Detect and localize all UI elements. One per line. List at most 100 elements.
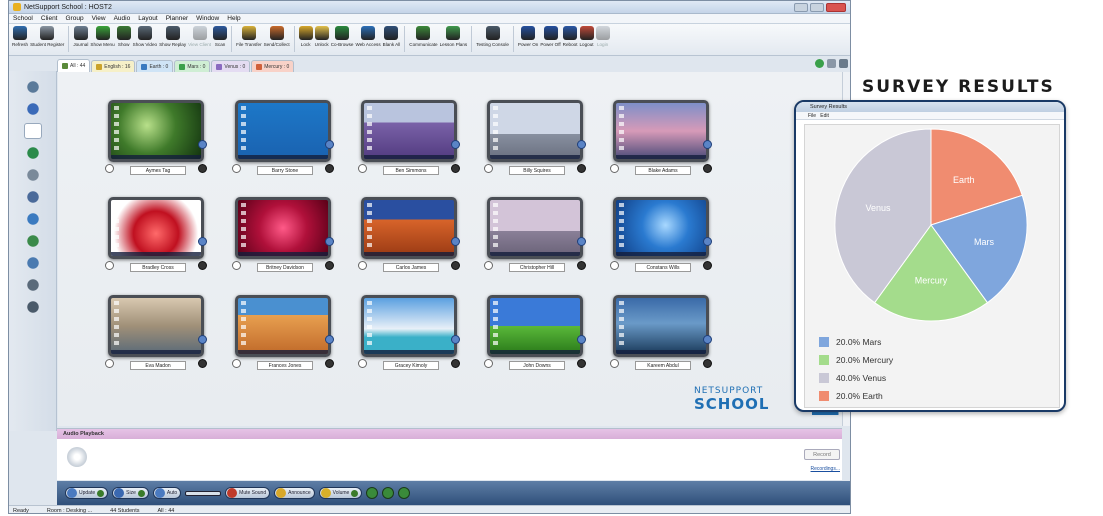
scan-button[interactable]: Scan [212, 26, 228, 47]
student-thumbnail[interactable]: Blake Adams [610, 100, 712, 175]
speaker-icon[interactable] [484, 164, 493, 173]
speaker-icon[interactable] [232, 359, 241, 368]
logout-button[interactable]: Logout [579, 26, 595, 47]
check-icon[interactable] [398, 487, 411, 499]
speaker-icon[interactable] [358, 164, 367, 173]
status-icon[interactable] [577, 164, 586, 173]
student-thumbnail[interactable]: John Downs [484, 295, 586, 370]
mute-sound-button[interactable]: Mute Sound [225, 487, 271, 499]
chat-icon[interactable] [24, 211, 42, 227]
menu-item-help[interactable]: Help [227, 15, 240, 22]
globe-icon[interactable] [24, 145, 42, 161]
add-group-icon[interactable] [815, 59, 824, 68]
clipboard-icon[interactable] [24, 189, 42, 205]
recordings-link[interactable]: Recordings... [811, 466, 840, 472]
info-icon[interactable] [703, 140, 712, 149]
speaker-icon[interactable] [484, 261, 493, 270]
student-thumbnail[interactable]: Gracey Kimoly [358, 295, 460, 370]
menu-item-window[interactable]: Window [196, 15, 219, 22]
tab-venus[interactable]: Venus : 0 [211, 60, 251, 72]
info-icon[interactable] [703, 237, 712, 246]
student-screen[interactable] [361, 295, 457, 357]
student-thumbnail[interactable]: Frances Jones [232, 295, 334, 370]
journal-button[interactable]: Journal [72, 26, 89, 47]
info-icon[interactable] [325, 140, 334, 149]
student-thumbnail[interactable]: Ben Simmons [358, 100, 460, 175]
info-icon[interactable] [451, 335, 460, 344]
maximize-button[interactable] [810, 2, 824, 12]
update-button[interactable]: Update [65, 487, 109, 499]
speaker-icon[interactable] [232, 261, 241, 270]
student-screen[interactable] [235, 100, 331, 162]
headset-icon[interactable] [24, 123, 42, 139]
display-icon[interactable] [24, 101, 42, 117]
survey-menu-edit[interactable]: Edit [820, 113, 829, 119]
status-icon[interactable] [577, 359, 586, 368]
communicate-button[interactable]: Communicate [408, 26, 438, 47]
speaker-icon[interactable] [358, 359, 367, 368]
student-screen[interactable] [235, 197, 331, 259]
status-icon[interactable] [198, 261, 207, 270]
student-screen[interactable] [613, 197, 709, 259]
student-thumbnail[interactable]: Kareem Abdul [610, 295, 712, 370]
reboot-button[interactable]: Reboot [562, 26, 579, 47]
student-screen[interactable] [235, 295, 331, 357]
info-icon[interactable] [325, 237, 334, 246]
send-collect-button[interactable]: Send/Collect [263, 26, 291, 47]
status-icon[interactable] [451, 164, 460, 173]
info-icon[interactable] [198, 140, 207, 149]
status-icon[interactable] [325, 261, 334, 270]
info-icon[interactable] [198, 335, 207, 344]
status-icon[interactable] [703, 164, 712, 173]
menu-item-school[interactable]: School [13, 15, 33, 22]
survey-icon[interactable] [24, 299, 42, 315]
tab-all[interactable]: All : 44 [57, 59, 91, 72]
status-icon[interactable] [198, 164, 207, 173]
speaker-icon[interactable] [232, 164, 241, 173]
size-button[interactable]: Size [112, 487, 149, 499]
speaker-icon[interactable] [610, 261, 619, 270]
student-thumbnail[interactable]: Britney Davidson [232, 197, 334, 272]
student-screen[interactable] [613, 100, 709, 162]
show-button[interactable]: Show [116, 26, 132, 47]
tab-earth[interactable]: Earth : 0 [136, 60, 174, 72]
student-thumbnail[interactable]: Carlos James [358, 197, 460, 272]
status-icon[interactable] [703, 261, 712, 270]
blank-all-button[interactable]: Blank All [382, 26, 402, 47]
info-icon[interactable] [577, 140, 586, 149]
login-button[interactable]: Login [595, 26, 611, 47]
document-icon[interactable] [24, 167, 42, 183]
info-icon[interactable] [451, 140, 460, 149]
student-screen[interactable] [108, 197, 204, 259]
student-thumbnail[interactable]: Billy Squires [484, 100, 586, 175]
power-on-button[interactable]: Power On [517, 26, 539, 47]
web-access-button[interactable]: Web Access [354, 26, 381, 47]
show-video-button[interactable]: Show Video [132, 26, 158, 47]
student-screen[interactable] [108, 295, 204, 357]
menu-item-layout[interactable]: Layout [138, 15, 158, 22]
show-replay-button[interactable]: Show Replay [158, 26, 187, 47]
student-screen[interactable] [487, 100, 583, 162]
student-thumbnail[interactable]: Eva Madon [105, 295, 207, 370]
info-icon[interactable] [703, 335, 712, 344]
speaker-icon[interactable] [610, 359, 619, 368]
laptop-icon[interactable] [24, 277, 42, 293]
speaker-icon[interactable] [358, 261, 367, 270]
lock-button[interactable]: Lock [298, 26, 314, 47]
record-button[interactable]: Record [804, 449, 840, 460]
auto-button[interactable]: Auto [152, 487, 182, 499]
users-icon[interactable] [24, 79, 42, 95]
student-thumbnail[interactable]: Barry Stone [232, 100, 334, 175]
unlock-button[interactable]: Unlock [314, 26, 330, 47]
tab-mars[interactable]: Mars : 0 [174, 60, 211, 72]
tab-english[interactable]: English : 16 [91, 60, 136, 72]
show-menu-button[interactable]: Show Menu [89, 26, 115, 47]
check-icon[interactable] [366, 487, 379, 499]
lesson-plans-button[interactable]: Lesson Plans [439, 26, 469, 47]
menu-item-client[interactable]: Client [41, 15, 58, 22]
menu-item-group[interactable]: Group [66, 15, 84, 22]
co-browse-button[interactable]: Co-Browse [330, 26, 355, 47]
tab-mercury[interactable]: Mercury : 0 [251, 60, 295, 72]
menu-item-planner[interactable]: Planner [166, 15, 188, 22]
close-button[interactable] [826, 2, 846, 12]
